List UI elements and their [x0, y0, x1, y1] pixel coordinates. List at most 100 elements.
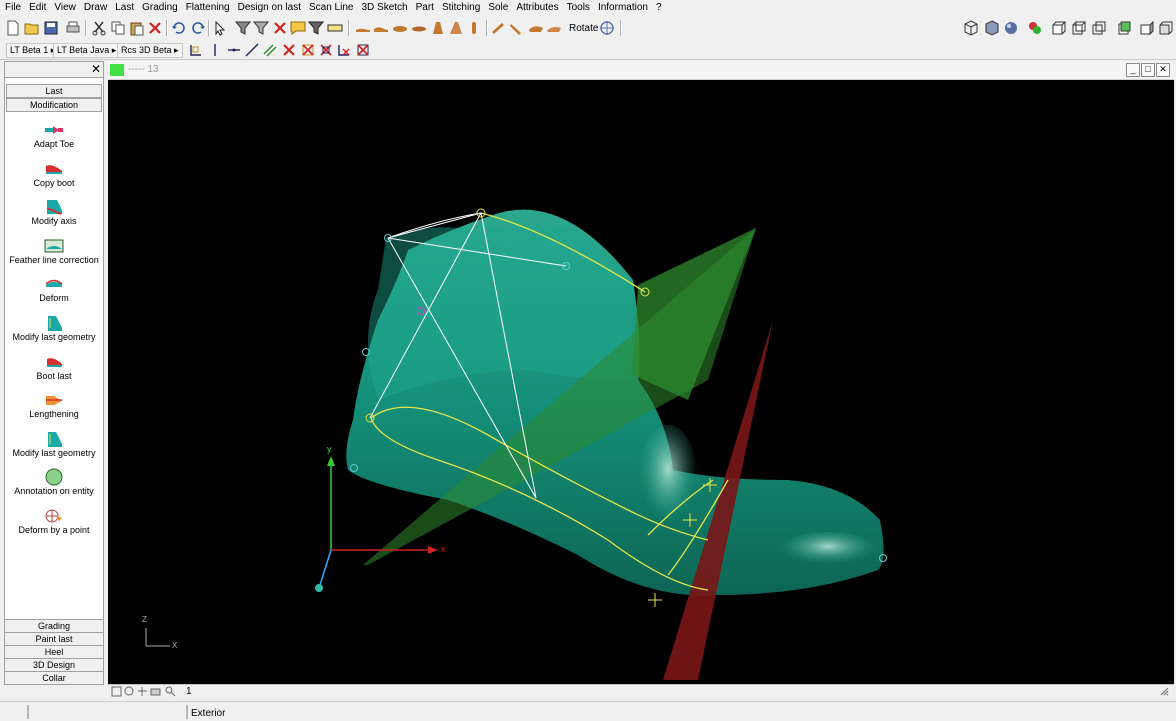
- delete-icon[interactable]: [146, 19, 164, 37]
- undo-icon[interactable]: [170, 19, 188, 37]
- close-icon[interactable]: ✕: [91, 62, 101, 76]
- shoe-render-3-icon[interactable]: [527, 19, 545, 37]
- axis-delete-icon[interactable]: [336, 42, 352, 58]
- subtool-lt-beta-1[interactable]: LT Beta 1 ▸: [6, 43, 60, 58]
- tool-deform-by-a-point[interactable]: Deform by a point: [5, 507, 103, 543]
- category-collar[interactable]: Collar: [5, 671, 103, 684]
- menu-draw[interactable]: Draw: [80, 0, 111, 15]
- menu-tools[interactable]: Tools: [563, 0, 594, 15]
- tool-modify-axis[interactable]: Modify axis: [5, 198, 103, 234]
- ruler-icon[interactable]: [326, 19, 344, 37]
- funnel-icon[interactable]: [252, 19, 270, 37]
- shoe-view-7-icon[interactable]: [465, 19, 483, 37]
- tool-adapt-toe[interactable]: Adapt Toe: [5, 121, 103, 157]
- resize-grip-icon[interactable]: [1159, 686, 1170, 697]
- layers-icon[interactable]: [150, 686, 161, 697]
- print-icon[interactable]: [64, 19, 82, 37]
- menu-design-on-last[interactable]: Design on last: [234, 0, 305, 15]
- pan-icon[interactable]: [137, 686, 148, 697]
- menu-part[interactable]: Part: [412, 0, 438, 15]
- 3d-scene[interactable]: y x Z X: [108, 80, 1174, 684]
- search-zoom-icon[interactable]: [165, 686, 176, 697]
- category-heel[interactable]: Heel: [5, 645, 103, 658]
- shoe-view-1-icon[interactable]: [354, 19, 372, 37]
- subtool-lt-beta-java[interactable]: LT Beta Java ▸: [53, 43, 121, 58]
- menu-grading[interactable]: Grading: [138, 0, 182, 15]
- category-grading[interactable]: Grading: [5, 619, 103, 632]
- category-modification[interactable]: Modification: [6, 98, 102, 112]
- shoe-view-2-icon[interactable]: [372, 19, 390, 37]
- filter-funnel-icon[interactable]: [307, 19, 325, 37]
- category-paint-last[interactable]: Paint last: [5, 632, 103, 645]
- maximize-button[interactable]: □: [1141, 63, 1155, 77]
- shoe-view-4-icon[interactable]: [410, 19, 428, 37]
- green-plane-upper[interactable]: [633, 228, 756, 400]
- close-button[interactable]: ✕: [1156, 63, 1170, 77]
- menu-view[interactable]: View: [50, 0, 80, 15]
- menu-attributes[interactable]: Attributes: [512, 0, 562, 15]
- category-3d-design[interactable]: 3D Design: [5, 658, 103, 671]
- menu-file[interactable]: File: [0, 0, 25, 15]
- box-delete-icon[interactable]: [355, 42, 371, 58]
- copy-icon[interactable]: [109, 19, 127, 37]
- shoe-render-1-icon[interactable]: [489, 19, 507, 37]
- grid-x-icon[interactable]: [318, 42, 334, 58]
- view-iso-icon[interactable]: [962, 19, 980, 37]
- menu-edit[interactable]: Edit: [25, 0, 50, 15]
- tool-copy-boot[interactable]: Copy boot: [5, 160, 103, 196]
- subtool-rcs-3d-beta[interactable]: Rcs 3D Beta ▸: [117, 43, 183, 58]
- shoe-view-5-icon[interactable]: [429, 19, 447, 37]
- open-folder-icon[interactable]: [23, 19, 41, 37]
- tool-modify-last-geometry-2[interactable]: Modify last geometry: [5, 430, 103, 466]
- minimize-button[interactable]: _: [1126, 63, 1140, 77]
- cube-shaded-icon[interactable]: [1157, 19, 1175, 37]
- delete-line-icon[interactable]: [281, 42, 297, 58]
- menu-flattening[interactable]: Flattening: [182, 0, 234, 15]
- new-file-icon[interactable]: [4, 19, 22, 37]
- save-icon[interactable]: [42, 19, 60, 37]
- tool-annotation-on-entity[interactable]: Annotation on entity: [5, 468, 103, 504]
- category-last[interactable]: Last: [6, 84, 102, 98]
- tool-boot-last[interactable]: Boot last: [5, 353, 103, 389]
- shoe-render-2-icon[interactable]: [508, 19, 526, 37]
- delete-entity-icon[interactable]: [271, 19, 289, 37]
- rotate-icon[interactable]: [598, 19, 616, 37]
- menu-sole[interactable]: Sole: [484, 0, 512, 15]
- filter-icon[interactable]: [234, 19, 252, 37]
- menu-help[interactable]: ?: [652, 0, 666, 15]
- menu-3d-sketch[interactable]: 3D Sketch: [357, 0, 411, 15]
- zoom-fit-icon[interactable]: [111, 686, 122, 697]
- shoe-render-4-icon[interactable]: [545, 19, 563, 37]
- tool-deform[interactable]: Deform: [5, 275, 103, 311]
- rotate-label[interactable]: Rotate: [569, 23, 598, 34]
- view-solid-icon[interactable]: [983, 19, 1001, 37]
- cube-back-icon[interactable]: [1070, 19, 1088, 37]
- cut-icon[interactable]: [90, 19, 108, 37]
- horizontal-line-icon[interactable]: [226, 42, 242, 58]
- tool-lengthening[interactable]: Lengthening: [5, 391, 103, 427]
- menu-last[interactable]: Last: [111, 0, 138, 15]
- colors-icon[interactable]: [1026, 19, 1044, 37]
- cube-front-icon[interactable]: [1050, 19, 1068, 37]
- sphere-icon[interactable]: [1002, 19, 1020, 37]
- vertical-line-icon[interactable]: [207, 42, 223, 58]
- parallel-lines-icon[interactable]: [262, 42, 278, 58]
- tool-modify-last-geometry[interactable]: Modify last geometry: [5, 314, 103, 350]
- paste-icon[interactable]: [128, 19, 146, 37]
- zoom-in-icon[interactable]: [124, 686, 135, 697]
- diagonal-line-icon[interactable]: [244, 42, 260, 58]
- cube-wire-icon[interactable]: [1090, 19, 1108, 37]
- shoe-view-6-icon[interactable]: [447, 19, 465, 37]
- comment-icon[interactable]: [289, 19, 307, 37]
- pointer-icon[interactable]: [212, 19, 230, 37]
- menu-stitching[interactable]: Stitching: [438, 0, 484, 15]
- grid-delete-icon[interactable]: [300, 42, 316, 58]
- shoe-view-3-icon[interactable]: [391, 19, 409, 37]
- redo-icon[interactable]: [189, 19, 207, 37]
- frame-icon[interactable]: [188, 42, 204, 58]
- cube-green-icon[interactable]: [1115, 19, 1133, 37]
- menu-scan-line[interactable]: Scan Line: [305, 0, 357, 15]
- cube-right-icon[interactable]: [1138, 19, 1156, 37]
- tool-feather-line-correction[interactable]: Feather line correction: [5, 237, 103, 273]
- menu-information[interactable]: Information: [594, 0, 652, 15]
